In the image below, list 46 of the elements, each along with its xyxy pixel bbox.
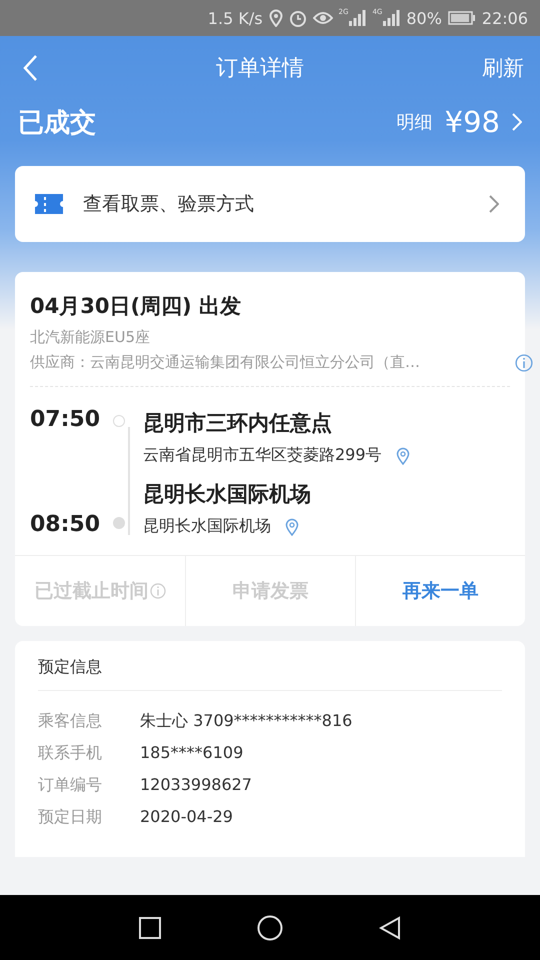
clock-time: 22:06: [482, 8, 528, 28]
signal-icon: [382, 10, 400, 26]
refresh-button[interactable]: 刷新: [482, 54, 524, 82]
eye-icon: [312, 11, 333, 25]
chevron-icon: [489, 195, 499, 213]
field-label: 订单编号: [38, 775, 103, 796]
field-label: 预定日期: [38, 807, 103, 828]
stop-address: 昆明长水国际机场: [143, 516, 271, 537]
field-value: 12033998627: [140, 775, 253, 796]
field-value: 朱士心 3709***********816: [140, 711, 354, 732]
location-icon: [268, 9, 283, 27]
departure-time: 08:50: [29, 512, 102, 537]
timeline-dot: [113, 415, 125, 427]
ticket-icon: [35, 194, 63, 214]
back-icon[interactable]: [379, 916, 401, 940]
departure-date: 04月30日(周四) 出发: [30, 293, 242, 320]
order-price: ¥98: [444, 105, 500, 139]
action-button[interactable]: 再来一单: [355, 556, 525, 626]
home-icon[interactable]: [257, 914, 283, 940]
network-speed: 1.5 K/s: [208, 8, 263, 28]
location-pin-icon[interactable]: [396, 446, 410, 464]
section-title: 预定信息: [38, 641, 502, 691]
page-title: 订单详情: [216, 55, 304, 83]
field-label: 联系手机: [38, 743, 103, 764]
vehicle-type: 北汽新能源EU5座: [30, 328, 151, 347]
location-pin-icon[interactable]: [285, 518, 299, 536]
field-value: 185****6109: [140, 743, 244, 764]
info-icon: [150, 583, 166, 599]
battery-percentage: 80%: [406, 8, 442, 28]
stop-name: 昆明长水国际机场: [143, 481, 312, 508]
signal-icon: [348, 10, 366, 26]
supplier-text: 供应商：云南昆明交通运输集团有限公司恒立分公司（直…: [30, 353, 421, 372]
field-label: 乘客信息: [38, 711, 103, 732]
field-value: 2020-04-29: [140, 807, 234, 828]
chevron-icon: [512, 113, 522, 131]
departure-time: 07:50: [29, 407, 102, 432]
info-icon: [515, 354, 533, 372]
price-detail-link[interactable]: 明细: [396, 110, 433, 134]
back-button[interactable]: [22, 54, 38, 82]
alarm-icon: [288, 9, 307, 27]
stop-name: 昆明市三环内任意点: [143, 410, 333, 437]
recent-apps-icon[interactable]: [139, 916, 161, 938]
timeline-dot: [113, 517, 125, 529]
order-status: 已成交: [18, 106, 96, 140]
stop-address: 云南省昆明市五华区茭菱路299号: [143, 445, 382, 466]
battery-icon: [448, 11, 476, 25]
